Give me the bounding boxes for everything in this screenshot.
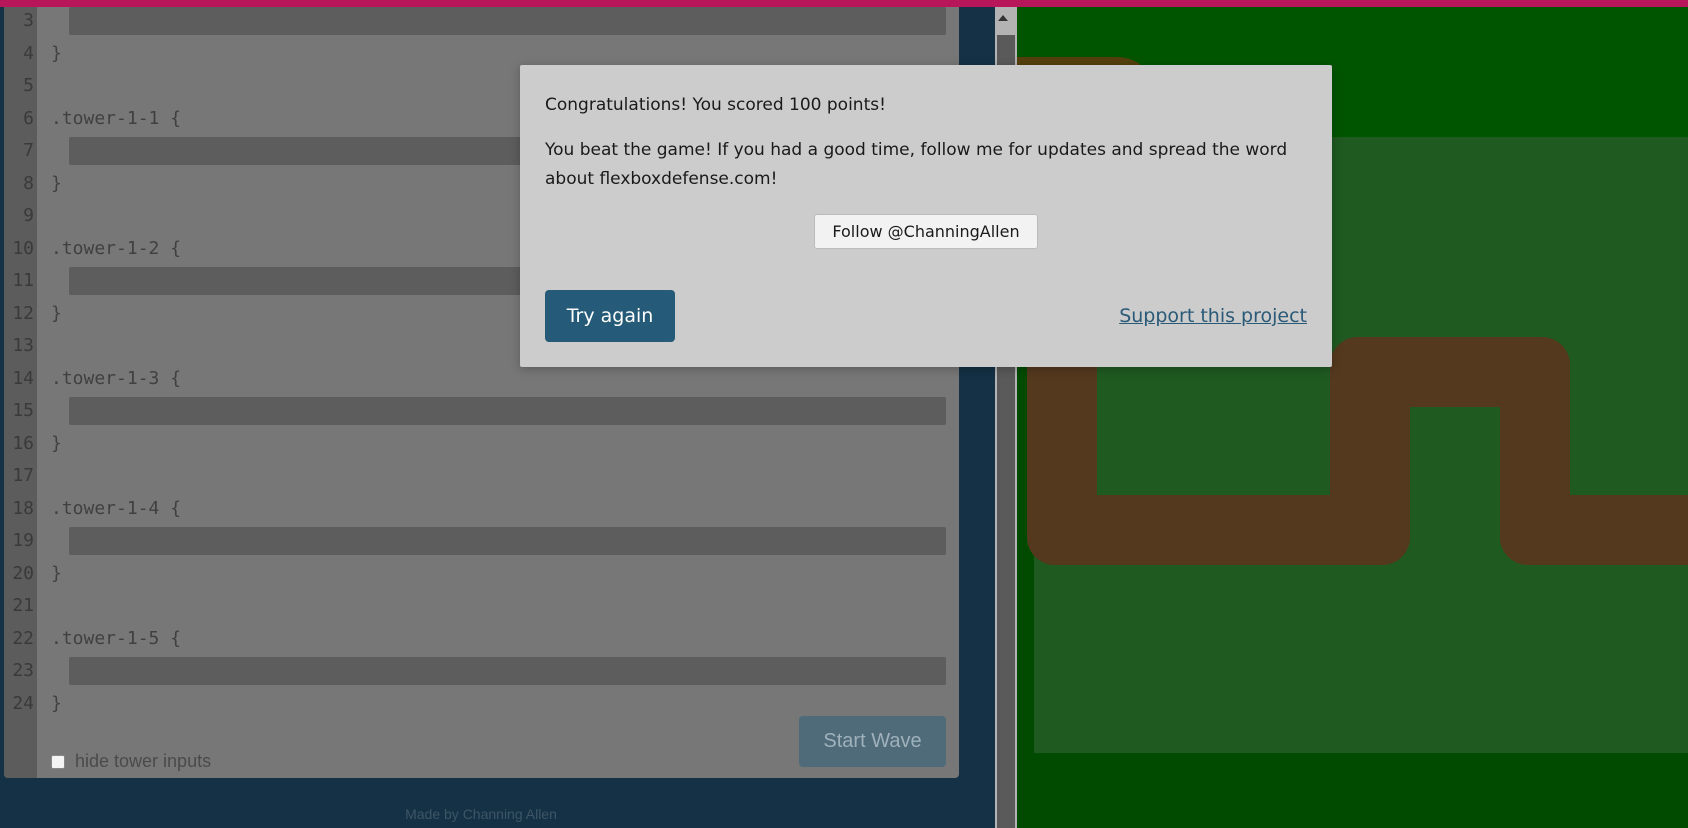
follow-button[interactable]: Follow @ChanningAllen <box>814 214 1038 249</box>
try-again-button[interactable]: Try again <box>545 290 675 342</box>
game-over-dialog: Congratulations! You scored 100 points! … <box>520 65 1332 367</box>
beat-game-message-line2: about flexboxdefense.com! <box>545 169 778 189</box>
beat-game-message-line1: You beat the game! If you had a good tim… <box>545 140 1288 160</box>
score-message: Congratulations! You scored 100 points! <box>545 95 886 115</box>
support-project-link[interactable]: Support this project <box>1119 305 1307 327</box>
